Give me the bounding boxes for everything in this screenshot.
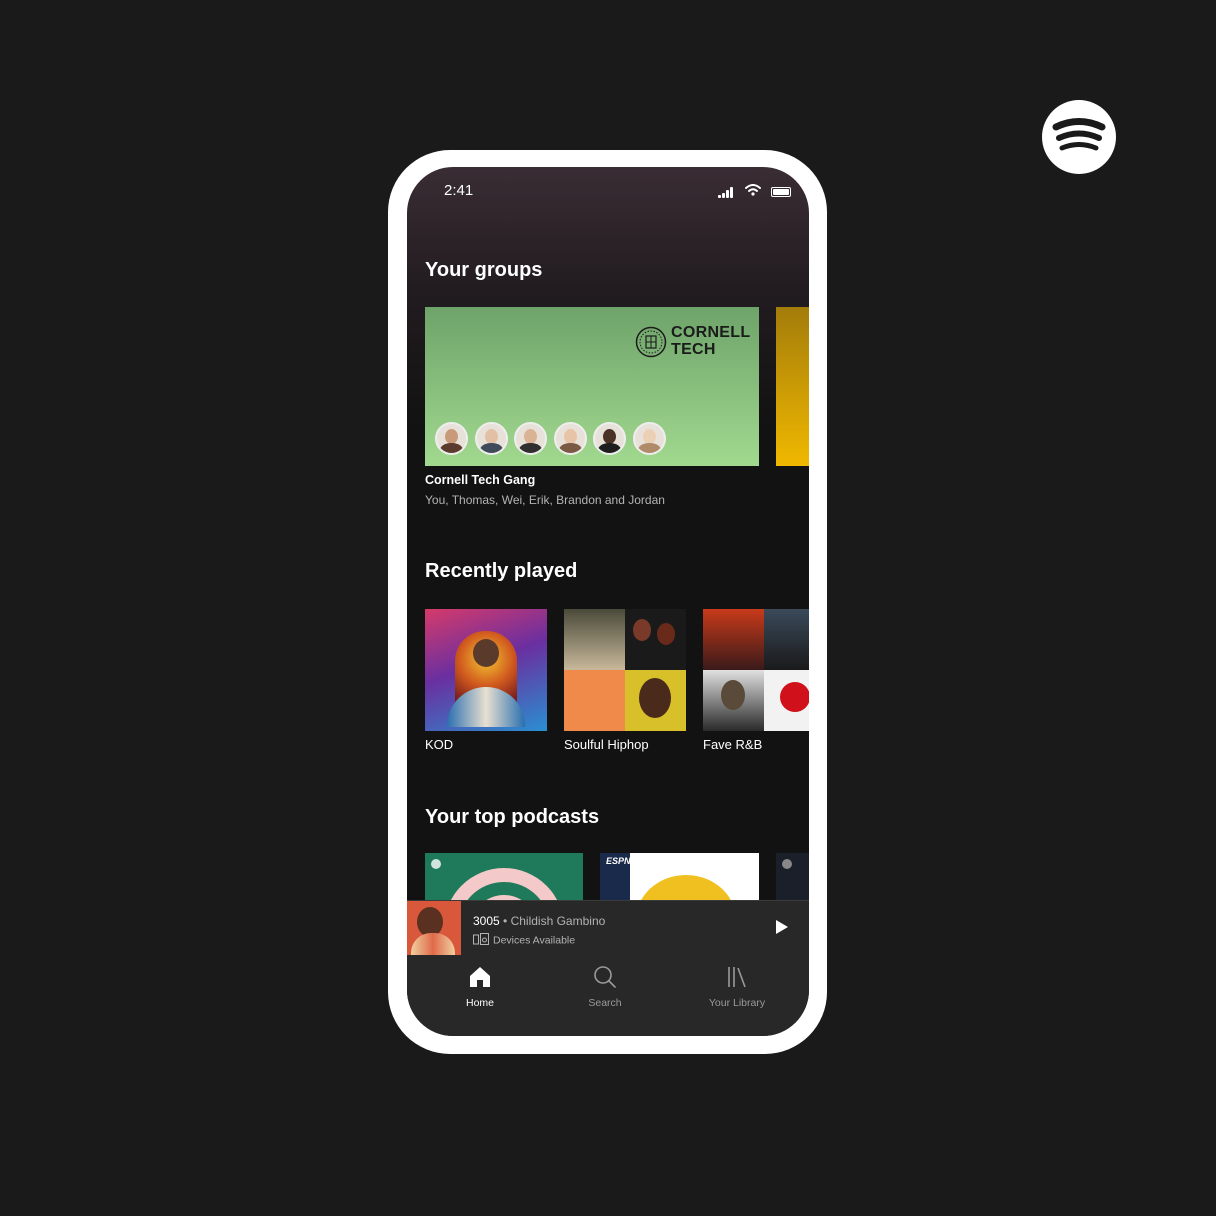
- play-button[interactable]: [775, 919, 789, 940]
- group-name: Cornell Tech Gang: [425, 473, 536, 487]
- playlist-mosaic: [564, 609, 686, 731]
- avatar: [514, 422, 547, 455]
- devices-label: Devices Available: [493, 934, 576, 947]
- tab-search[interactable]: Search: [555, 965, 655, 1009]
- university-seal-icon: [635, 326, 667, 363]
- playlist-mosaic: [703, 609, 809, 731]
- search-icon: [594, 966, 616, 988]
- tab-label-search: Search: [588, 997, 622, 1009]
- tab-home[interactable]: Home: [430, 965, 530, 1009]
- now-playing-title: 3005 • Childish Gambino: [473, 914, 605, 928]
- avatar: [475, 422, 508, 455]
- signal-icon: [718, 186, 736, 198]
- recently-played-item[interactable]: Fave R&B: [703, 609, 809, 752]
- recently-played-label: Fave R&B: [703, 737, 763, 752]
- tab-label-library: Your Library: [708, 997, 766, 1009]
- status-icons: [718, 183, 791, 198]
- group-card-next[interactable]: [776, 307, 809, 466]
- avatar: [633, 422, 666, 455]
- org-name-line2: TECH: [671, 341, 716, 358]
- espn-badge: ESPN: [606, 856, 631, 866]
- app-screen: 2:41 Your groups CORNELL TECH Cornell Te…: [407, 167, 809, 1036]
- section-title-groups: Your groups: [425, 259, 543, 281]
- org-name: CORNELL TECH: [671, 324, 761, 358]
- track-name: 3005: [473, 914, 500, 928]
- recently-played-item[interactable]: KOD: [425, 609, 547, 752]
- recently-played-label: Soulful Hiphop: [564, 737, 649, 752]
- tab-library[interactable]: Your Library: [687, 965, 787, 1009]
- now-playing-bar[interactable]: 3005 • Childish Gambino Devices Availabl…: [407, 900, 809, 955]
- recently-played-label: KOD: [425, 737, 454, 752]
- avatar: [554, 422, 587, 455]
- avatar: [593, 422, 626, 455]
- group-card[interactable]: CORNELL TECH: [425, 307, 759, 466]
- tab-bar: Home Search Your Library: [407, 955, 809, 1036]
- title-separator: •: [499, 914, 511, 928]
- battery-icon: [771, 187, 791, 197]
- spotify-logo-icon: [1042, 100, 1116, 174]
- section-title-recently-played: Recently played: [425, 560, 578, 582]
- recently-played-item[interactable]: Soulful Hiphop: [564, 609, 686, 752]
- status-time: 2:41: [444, 182, 474, 199]
- section-title-podcasts: Your top podcasts: [425, 806, 600, 828]
- wifi-icon: [744, 183, 761, 201]
- album-art: [425, 609, 547, 731]
- spotify-badge-icon: [782, 859, 792, 869]
- now-playing-art: [407, 901, 461, 955]
- devices-icon: [473, 933, 489, 948]
- spotify-badge-icon: [431, 859, 441, 869]
- artist-name: Childish Gambino: [510, 914, 606, 928]
- home-icon: [470, 967, 490, 987]
- avatar: [435, 422, 468, 455]
- tab-label-home: Home: [465, 997, 494, 1009]
- devices-available[interactable]: Devices Available: [473, 933, 575, 948]
- org-name-line1: CORNELL: [671, 324, 751, 341]
- play-icon: [776, 920, 788, 934]
- group-members: You, Thomas, Wei, Erik, Brandon and Jord…: [425, 493, 665, 507]
- library-icon: [728, 967, 746, 988]
